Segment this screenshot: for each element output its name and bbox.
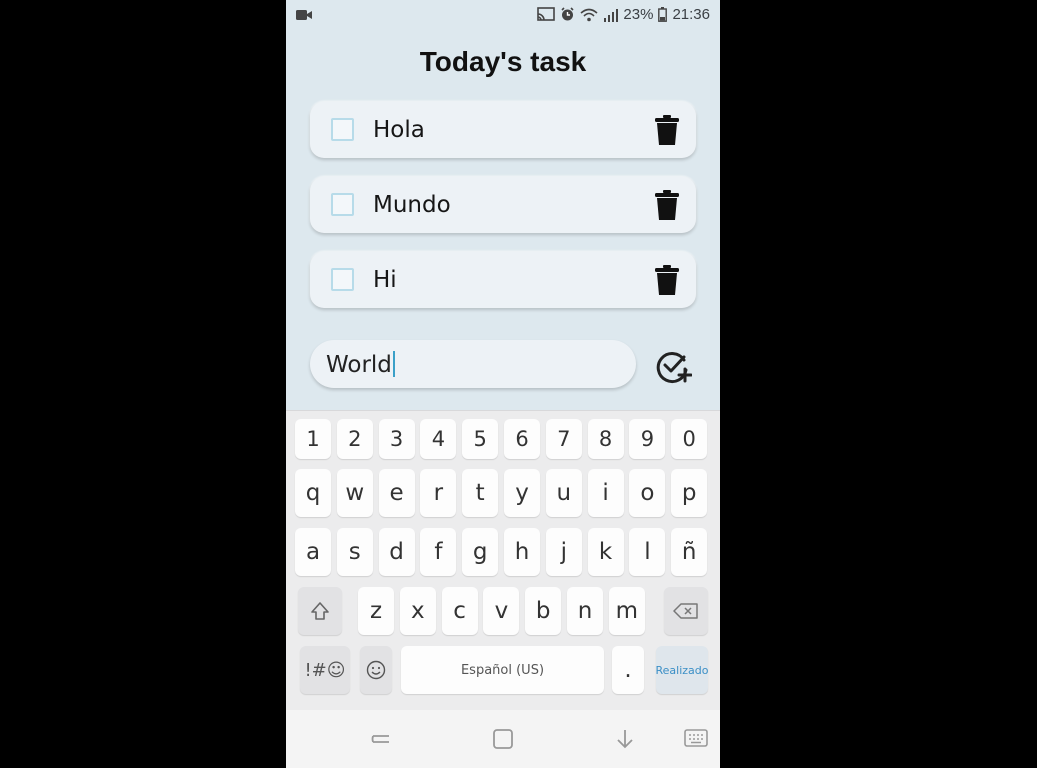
key-6[interactable]: 6 bbox=[504, 419, 540, 459]
key-a[interactable]: a bbox=[295, 528, 331, 576]
backspace-key[interactable] bbox=[664, 587, 708, 635]
key-8[interactable]: 8 bbox=[587, 419, 624, 459]
key-4[interactable]: 4 bbox=[420, 419, 457, 459]
symbols-key[interactable]: !#☺ bbox=[300, 646, 350, 694]
key-q[interactable]: q bbox=[295, 469, 331, 517]
recents-icon[interactable] bbox=[370, 728, 392, 750]
wifi-icon bbox=[580, 8, 598, 22]
clock-time: 21:36 bbox=[672, 6, 710, 23]
key-e[interactable]: e bbox=[378, 469, 415, 517]
video-icon bbox=[296, 8, 313, 25]
key-i[interactable]: i bbox=[587, 469, 624, 517]
key-w[interactable]: w bbox=[336, 469, 373, 517]
trash-icon[interactable] bbox=[654, 264, 680, 296]
alarm-icon bbox=[560, 7, 575, 22]
trash-icon[interactable] bbox=[654, 189, 680, 221]
task-item: Hola bbox=[310, 102, 696, 158]
key-t[interactable]: t bbox=[462, 469, 499, 517]
key-b[interactable]: b bbox=[525, 587, 562, 635]
home-icon[interactable] bbox=[492, 728, 514, 750]
key-g[interactable]: g bbox=[462, 528, 499, 576]
emoji-key[interactable] bbox=[360, 646, 392, 694]
key-2[interactable]: 2 bbox=[336, 419, 373, 459]
key-5[interactable]: 5 bbox=[462, 419, 499, 459]
key-m[interactable]: m bbox=[608, 587, 645, 635]
text-caret bbox=[392, 351, 395, 377]
shift-icon bbox=[311, 602, 329, 620]
done-key[interactable]: Realizado bbox=[656, 646, 709, 694]
task-item: Hi bbox=[310, 252, 696, 308]
key-3[interactable]: 3 bbox=[378, 419, 415, 459]
key-y[interactable]: y bbox=[504, 469, 540, 517]
task-checkbox[interactable] bbox=[331, 268, 354, 291]
key-k[interactable]: k bbox=[587, 528, 624, 576]
key-p[interactable]: p bbox=[671, 469, 708, 517]
key-c[interactable]: c bbox=[441, 587, 478, 635]
key-o[interactable]: o bbox=[629, 469, 666, 517]
space-key[interactable]: Español (US) bbox=[401, 646, 604, 694]
cast-icon bbox=[537, 7, 556, 22]
key-s[interactable]: s bbox=[336, 528, 373, 576]
task-checkbox[interactable] bbox=[331, 193, 354, 216]
key-9[interactable]: 9 bbox=[629, 419, 666, 459]
key-ñ[interactable]: ñ bbox=[671, 528, 708, 576]
emoji-icon bbox=[366, 660, 386, 680]
keyboard-icon[interactable] bbox=[684, 728, 708, 748]
shift-key[interactable] bbox=[298, 587, 342, 635]
key-f[interactable]: f bbox=[420, 528, 457, 576]
back-icon[interactable] bbox=[614, 728, 636, 750]
battery-percent: 23% bbox=[623, 6, 654, 23]
navigation-bar bbox=[286, 710, 720, 768]
page-title: Today's task bbox=[419, 46, 587, 77]
key-j[interactable]: j bbox=[545, 528, 582, 576]
soft-keyboard: 1 2 3 4 5 6 7 8 9 0 q w e r t y u i o p a s d f g h j k l ñ z x c v b n m !#☺… bbox=[286, 410, 720, 710]
task-label: Hi bbox=[373, 267, 397, 293]
task-label: Hola bbox=[373, 117, 425, 143]
key-7[interactable]: 7 bbox=[545, 419, 582, 459]
key-h[interactable]: h bbox=[504, 528, 540, 576]
trash-icon[interactable] bbox=[654, 114, 680, 146]
key-d[interactable]: d bbox=[378, 528, 415, 576]
key-x[interactable]: x bbox=[399, 587, 436, 635]
period-key[interactable]: . bbox=[612, 646, 644, 694]
task-item: Mundo bbox=[310, 177, 696, 233]
key-0[interactable]: 0 bbox=[671, 419, 708, 459]
new-task-value: World bbox=[326, 351, 395, 378]
backspace-icon bbox=[673, 603, 698, 619]
status-bar: 23% 21:36 bbox=[286, 0, 720, 30]
task-checkbox[interactable] bbox=[331, 118, 354, 141]
battery-icon bbox=[658, 7, 668, 22]
new-task-input[interactable]: World bbox=[310, 340, 636, 388]
signal-icon bbox=[603, 8, 619, 22]
phone-screen: 23% 21:36 Today's task Hola Mundo Hi Wor… bbox=[286, 0, 720, 768]
key-1[interactable]: 1 bbox=[295, 419, 331, 459]
task-label: Mundo bbox=[373, 192, 451, 218]
key-v[interactable]: v bbox=[483, 587, 520, 635]
key-r[interactable]: r bbox=[420, 469, 457, 517]
key-l[interactable]: l bbox=[629, 528, 666, 576]
key-n[interactable]: n bbox=[567, 587, 603, 635]
key-z[interactable]: z bbox=[358, 587, 394, 635]
key-u[interactable]: u bbox=[545, 469, 582, 517]
check-circle-plus-icon[interactable] bbox=[656, 348, 692, 384]
task-app: Today's task Hola Mundo Hi World bbox=[286, 30, 720, 410]
